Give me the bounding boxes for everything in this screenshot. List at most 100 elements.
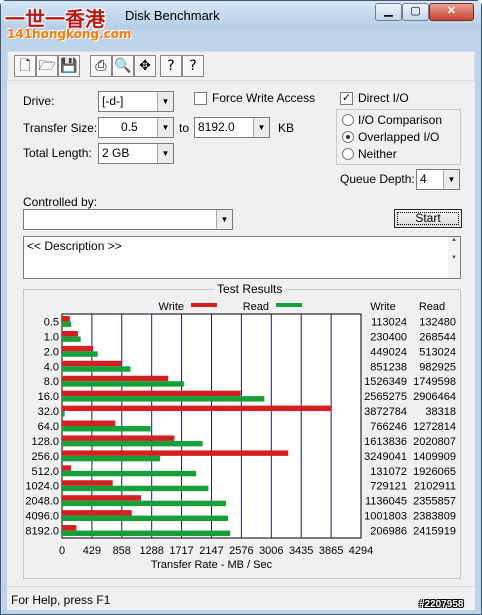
read-bar <box>62 500 227 507</box>
legend-read-swatch <box>276 303 302 307</box>
transfer-to-select[interactable]: 8192.0 ▼ <box>194 117 270 138</box>
y-category-label: 2048.0 <box>25 496 59 508</box>
write-bar <box>62 345 94 352</box>
y-category-label: 4096.0 <box>25 511 59 523</box>
read-value: 1749598 <box>413 376 456 388</box>
neither-label: Neither <box>358 147 397 161</box>
read-value: 268544 <box>419 331 456 343</box>
direct-io-checkbox[interactable]: ✓ <box>340 92 353 105</box>
app-window: Disk Benchmark ▁ ▢ ✕ 一世一香港 141hongkong.c… <box>0 0 482 615</box>
read-value: 982925 <box>419 361 456 373</box>
transfer-size-label: Transfer Size: <box>23 121 98 135</box>
y-category-label: 16.0 <box>38 391 59 403</box>
x-axis-label: Transfer Rate - MB / Sec <box>151 559 273 571</box>
write-bar <box>62 480 113 486</box>
window-title: Disk Benchmark <box>125 8 220 23</box>
write-bar <box>62 405 332 412</box>
y-category-label: 2.0 <box>44 346 59 358</box>
status-bar: For Help, press F1 <box>7 586 475 610</box>
write-value: 1613836 <box>364 436 407 448</box>
open-icon[interactable]: 🗁 <box>36 55 58 77</box>
description-scrollbar[interactable]: ▲ ▼ <box>448 237 460 278</box>
chevron-down-icon: ▼ <box>157 118 173 137</box>
write-bar <box>62 375 169 382</box>
read-bar <box>62 426 151 432</box>
y-category-label: 512.0 <box>31 466 59 478</box>
x-tick-label: 858 <box>113 545 131 557</box>
chevron-down-icon: ▼ <box>157 92 173 111</box>
read-bar <box>62 485 209 492</box>
description-box[interactable]: << Description >> ▲ ▼ <box>23 236 461 279</box>
write-value: 729121 <box>370 481 407 493</box>
read-bar <box>62 381 184 387</box>
write-bar <box>62 360 122 367</box>
neither-radio[interactable] <box>342 148 354 160</box>
read-bar <box>62 411 65 417</box>
write-value: 1136045 <box>365 496 407 508</box>
total-length-select[interactable]: 2 GB ▼ <box>98 143 174 164</box>
controlled-by-select[interactable]: ▼ <box>23 209 233 230</box>
total-length-label: Total Length: <box>23 146 92 160</box>
test-results-group: Test Results 0 429 858 1288 1717 2147 2576 3006… <box>23 282 461 579</box>
to-label: to <box>179 121 190 135</box>
start-button[interactable]: Start <box>394 209 462 228</box>
main-panel: Drive: [-d-] ▼ Force Write Access ✓ Dire… <box>7 81 475 586</box>
x-tick-label: 1717 <box>169 545 193 557</box>
status-text: For Help, press F1 <box>11 593 111 607</box>
queue-depth-select[interactable]: 4 ▼ <box>416 169 460 190</box>
drive-select[interactable]: [-d-] ▼ <box>98 91 174 112</box>
minimize-button[interactable]: ▁ <box>375 3 402 21</box>
save-icon[interactable]: 💾 <box>58 55 80 77</box>
results-chart: 0 429 858 1288 1717 2147 2576 3006 3435 3865 4294 T… <box>25 301 456 571</box>
overlapped-io-radio[interactable] <box>342 131 354 143</box>
y-category-label: 8192.0 <box>25 526 59 538</box>
read-bar <box>62 351 98 357</box>
write-bar <box>62 420 116 426</box>
transfer-from-select[interactable]: 0.5 ▼ <box>98 117 174 138</box>
close-button[interactable]: ✕ <box>429 3 474 21</box>
read-bar <box>62 455 161 462</box>
read-value: 2355857 <box>413 496 456 508</box>
read-bar <box>62 515 228 522</box>
y-category-label: 1024.0 <box>25 481 59 493</box>
overlapped-io-label: Overlapped I/O <box>358 130 440 144</box>
write-bar <box>62 330 79 337</box>
force-write-checkbox[interactable] <box>194 92 207 105</box>
chevron-down-icon: ▼ <box>253 118 269 137</box>
y-category-label: 32.0 <box>38 406 59 418</box>
print-icon[interactable]: ⎙ <box>90 55 112 77</box>
kb-label: KB <box>278 121 295 135</box>
io-comparison-radio[interactable] <box>342 114 354 126</box>
force-write-label: Force Write Access <box>212 91 316 105</box>
read-value: 2415919 <box>413 526 456 538</box>
maximize-button[interactable]: ▢ <box>402 3 429 21</box>
direct-io-label: Direct I/O <box>358 91 409 105</box>
io-comparison-label: I/O Comparison <box>358 113 443 127</box>
write-bar <box>62 465 72 471</box>
legend-read-label: Read <box>243 301 269 313</box>
legend-write-label: Write <box>159 301 184 313</box>
read-value: 2102911 <box>414 481 456 493</box>
write-value: 766246 <box>370 421 407 433</box>
chevron-down-icon: ▼ <box>157 144 173 163</box>
drive-label: Drive: <box>23 94 55 108</box>
x-tick-label: 3435 <box>289 545 313 557</box>
new-icon[interactable]: 🗋 <box>14 55 36 77</box>
move-icon[interactable]: ✥ <box>134 55 156 77</box>
y-category-label: 0.5 <box>44 316 59 328</box>
read-bar <box>62 396 265 402</box>
write-value: 851238 <box>370 361 407 373</box>
x-tick-label: 429 <box>83 545 101 557</box>
write-value: 449024 <box>370 346 407 358</box>
read-value: 2383809 <box>413 511 456 523</box>
help-icon[interactable]: ? <box>160 55 182 77</box>
x-tick-label: 3006 <box>259 545 283 557</box>
queue-depth-value: 4 <box>420 172 427 186</box>
write-bar <box>62 316 70 322</box>
write-value: 230400 <box>370 331 407 343</box>
print-preview-icon[interactable]: 🔍 <box>112 55 134 77</box>
read-value: 513024 <box>419 346 456 358</box>
write-value: 2565275 <box>364 391 407 403</box>
read-value: 1272814 <box>413 421 456 433</box>
context-help-icon[interactable]: ? <box>182 55 204 77</box>
